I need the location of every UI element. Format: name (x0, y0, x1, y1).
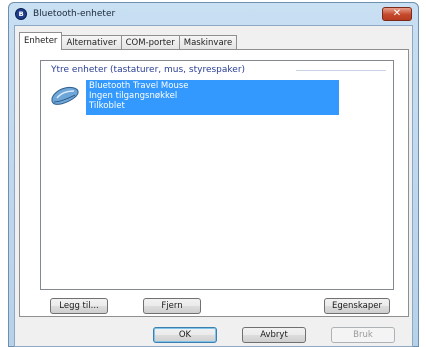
properties-button[interactable]: Egenskaper (324, 298, 390, 314)
remove-button[interactable]: Fjern (143, 298, 201, 314)
tab-com-porter[interactable]: COM-porter (120, 35, 180, 50)
dialog-client-area: Enheter Alternativer COM-porter Maskinva… (14, 25, 413, 347)
list-item[interactable]: Bluetooth Travel Mouse Ingen tilgangsnøk… (86, 80, 339, 115)
ok-button[interactable]: OK (153, 327, 217, 343)
tab-alternativer[interactable]: Alternativer (61, 35, 122, 50)
tab-panel-enheter: Ytre enheter (tastaturer, mus, styrespak… (19, 49, 409, 317)
window-title: Bluetooth-enheter (33, 9, 116, 19)
device-list[interactable]: Ytre enheter (tastaturer, mus, styrespak… (40, 60, 394, 290)
close-button[interactable]: ✕ (382, 7, 412, 21)
group-header: Ytre enheter (tastaturer, mus, styrespak… (51, 65, 246, 75)
add-button[interactable]: Legg til... (50, 298, 108, 314)
tab-maskinvare[interactable]: Maskinvare (178, 35, 238, 50)
tab-enheter[interactable]: Enheter (19, 32, 63, 50)
tab-strip: Enheter Alternativer COM-porter Maskinva… (19, 32, 238, 50)
group-divider (296, 70, 386, 71)
device-passkey-status: Ingen tilgangsnøkkel (89, 91, 178, 101)
bluetooth-devices-dialog: ʙ Bluetooth-enheter ✕ Enheter Alternativ… (8, 2, 419, 347)
title-bar[interactable]: ʙ Bluetooth-enheter ✕ (9, 3, 418, 25)
device-name: Bluetooth Travel Mouse (89, 81, 189, 91)
apply-button[interactable]: Bruk (331, 327, 395, 343)
cancel-button[interactable]: Avbryt (242, 327, 306, 343)
device-connection-status: Tilkoblet (89, 101, 125, 111)
bluetooth-icon: ʙ (15, 8, 27, 20)
mouse-icon (51, 86, 79, 105)
